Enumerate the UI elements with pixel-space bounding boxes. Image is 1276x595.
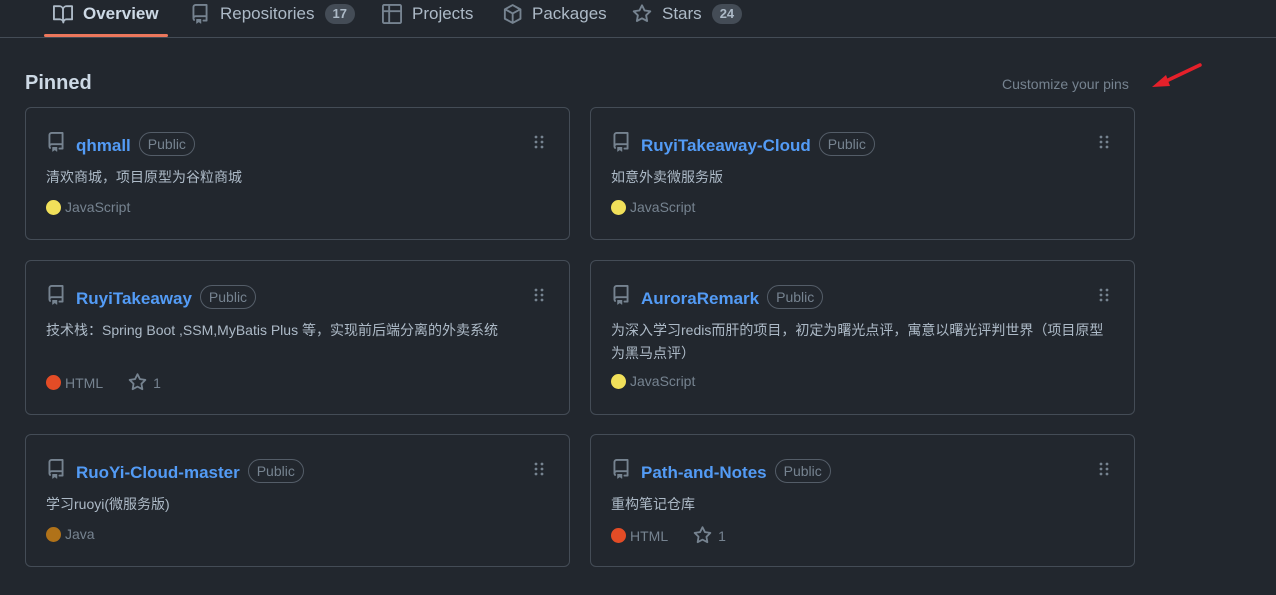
language-color-dot [46, 526, 61, 542]
stargazers-link[interactable]: 1 [128, 373, 161, 392]
drag-handle-icon[interactable] [534, 288, 544, 302]
tab-repositories[interactable]: Repositories 17 [190, 0, 355, 36]
repo-icon [46, 285, 66, 305]
repo-meta: JavaScript [611, 373, 695, 389]
pinned-card: RuoYi-Cloud-master Public 学习ruoyi(微服务版) J… [25, 434, 570, 567]
repo-name-wrapper: AuroraRemark Public [641, 285, 824, 309]
tab-label: Repositories [220, 4, 315, 23]
visibility-badge: Public [767, 285, 824, 309]
repo-name-wrapper: RuoYi-Cloud-master Public [76, 459, 304, 483]
repo-icon [46, 459, 66, 479]
pinned-card: Path-and-Notes Public 重构笔记仓库 HTML 1 [590, 434, 1135, 567]
profile-tabnav: Overview Repositories 17 Projects Packag… [0, 0, 1276, 38]
language-color-dot [611, 528, 626, 543]
repo-meta: HTML 1 [46, 373, 161, 392]
repo-language: JavaScript [630, 373, 696, 389]
drag-handle-icon[interactable] [1099, 135, 1109, 149]
star-icon [632, 4, 652, 24]
repo-description: 如意外卖微服务版 [611, 169, 723, 185]
repo-icon [611, 459, 631, 479]
repo-link[interactable]: qhmall [76, 136, 131, 155]
annotation-arrow-icon [1152, 63, 1202, 87]
language-color-dot [46, 375, 61, 390]
language-color-dot [611, 373, 626, 389]
repo-language: Java [65, 526, 95, 542]
tab-label: Packages [532, 4, 607, 23]
repo-name-wrapper: RuyiTakeaway Public [76, 285, 257, 309]
book-icon [53, 4, 73, 24]
repo-name-wrapper: qhmall Public [76, 132, 195, 156]
repo-meta: JavaScript [611, 199, 695, 215]
star-icon [693, 526, 712, 544]
customize-pins-link[interactable]: Customize your pins [1002, 76, 1129, 92]
repo-link[interactable]: RuoYi-Cloud-master [76, 463, 240, 482]
star-count: 1 [153, 374, 161, 391]
repo-icon [190, 4, 210, 24]
repo-language: HTML [65, 374, 104, 391]
repo-description: 重构笔记仓库 [611, 496, 695, 512]
repo-icon [611, 132, 631, 152]
tab-label: Projects [412, 4, 474, 23]
repo-link[interactable]: Path-and-Notes [641, 463, 767, 482]
visibility-badge: Public [247, 459, 304, 483]
repo-meta: JavaScript [46, 199, 130, 215]
package-icon [502, 4, 522, 24]
star-icon [128, 373, 147, 391]
drag-handle-icon[interactable] [534, 135, 544, 149]
visibility-badge: Public [818, 132, 875, 156]
tab-overview[interactable]: Overview [44, 0, 168, 37]
repo-name-wrapper: Path-and-Notes Public [641, 459, 831, 483]
stars-counter: 24 [711, 4, 743, 24]
repo-language: HTML [630, 527, 669, 544]
repo-link[interactable]: RuyiTakeaway-Cloud [641, 136, 811, 155]
pinned-card: AuroraRemark Public 为深入学习redis而肝的项目，初定为曙光… [590, 260, 1135, 415]
tab-label: Stars [662, 4, 702, 23]
drag-handle-icon[interactable] [1099, 288, 1109, 302]
repo-meta: Java [46, 526, 95, 542]
visibility-badge: Public [774, 459, 831, 483]
tab-label: Overview [83, 4, 159, 23]
repo-description: 清欢商城，项目原型为谷粒商城 [46, 169, 242, 185]
repo-description: 为深入学习redis而肝的项目，初定为曙光点评，寓意以曙光评判世界（项目原型为黑… [611, 322, 1104, 361]
star-count: 1 [718, 527, 726, 544]
repo-language: JavaScript [630, 199, 696, 215]
repo-icon [611, 285, 631, 305]
language-color-dot [611, 199, 626, 215]
repo-meta: HTML 1 [611, 526, 726, 545]
repo-icon [46, 132, 66, 152]
pinned-card: RuyiTakeaway-Cloud Public 如意外卖微服务版 JavaSc… [590, 107, 1135, 240]
pinned-card: RuyiTakeaway Public 技术栈：Spring Boot ,SSM,… [25, 260, 570, 415]
repo-link[interactable]: AuroraRemark [641, 289, 759, 308]
repo-link[interactable]: RuyiTakeaway [76, 289, 192, 308]
drag-handle-icon[interactable] [1099, 462, 1109, 476]
stargazers-link[interactable]: 1 [693, 526, 726, 545]
visibility-badge: Public [138, 132, 195, 156]
repo-language: JavaScript [65, 199, 131, 215]
repo-description: 技术栈：Spring Boot ,SSM,MyBatis Plus 等，实现前后… [46, 322, 498, 338]
repo-name-wrapper: RuyiTakeaway-Cloud Public [641, 132, 875, 156]
tab-stars[interactable]: Stars 24 [632, 0, 743, 36]
repo-description: 学习ruoyi(微服务版) [46, 496, 170, 512]
visibility-badge: Public [199, 285, 257, 309]
language-color-dot [46, 199, 61, 215]
tab-projects[interactable]: Projects [382, 0, 473, 36]
pinned-card: qhmall Public 清欢商城，项目原型为谷粒商城 JavaScript [25, 107, 570, 240]
drag-handle-icon[interactable] [534, 462, 544, 476]
repositories-counter: 17 [324, 4, 355, 24]
pinned-title: Pinned [25, 72, 92, 94]
tab-packages[interactable]: Packages [502, 0, 607, 36]
table-icon [382, 4, 402, 24]
